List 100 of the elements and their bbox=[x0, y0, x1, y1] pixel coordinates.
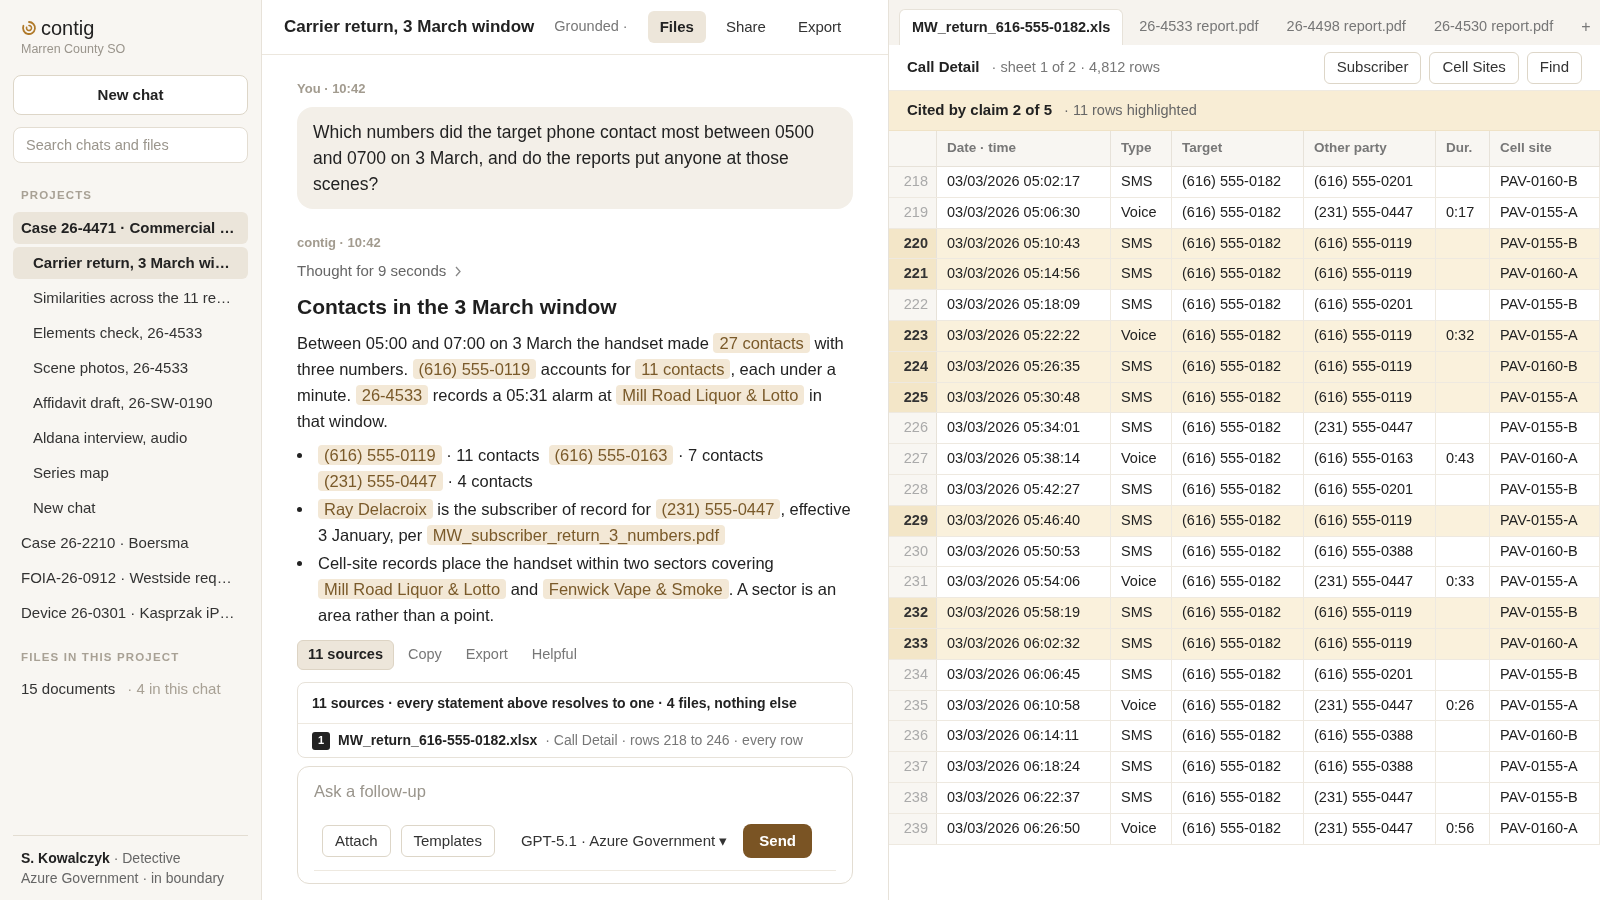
table-cell-text: 0:32 bbox=[1446, 326, 1475, 345]
model-selector[interactable]: GPT-5.1 · Azure Government ▾ bbox=[520, 829, 728, 853]
chat-item[interactable]: Affidavit draft, 26-SW-0190 bbox=[13, 387, 248, 419]
citation-link[interactable]: 11 contacts bbox=[635, 359, 731, 379]
project-item[interactable]: Case 26-2210 · Boersma bbox=[13, 527, 248, 559]
file-tab[interactable]: 26-4498 report.pdf bbox=[1274, 9, 1418, 45]
templates-button[interactable]: Templates bbox=[400, 825, 495, 857]
section-heading: PROJECTS bbox=[20, 187, 94, 203]
answer-action[interactable]: Export bbox=[455, 640, 518, 670]
sheet-button[interactable]: Cell Sites bbox=[1429, 51, 1519, 84]
column-header[interactable]: Type bbox=[1121, 138, 1152, 159]
citation-link[interactable]: Mill Road Liquor & Lotto bbox=[616, 385, 805, 405]
table-cell-text: PAV-0155-B bbox=[1500, 603, 1578, 623]
new-chat-button[interactable]: New chat bbox=[13, 74, 248, 115]
table-cell-text: 03/03/2026 06:26:50 bbox=[947, 818, 1081, 838]
project-item[interactable]: Device 26-0301 · Kasprzak iP… bbox=[13, 597, 248, 629]
citation-link[interactable]: Ray Delacroix bbox=[318, 499, 433, 519]
chat-item[interactable]: Elements check, 26-4533 bbox=[13, 317, 248, 349]
table-cell-text: Voice bbox=[1121, 449, 1157, 469]
search-field[interactable]: Search chats and files bbox=[13, 126, 248, 163]
table-cell-text: (616) 555-0182 bbox=[1182, 202, 1282, 222]
answer-action[interactable]: Copy bbox=[398, 640, 452, 670]
column-header[interactable]: Cell site bbox=[1500, 138, 1552, 159]
file-tab[interactable]: 26-4530 report.pdf bbox=[1421, 9, 1566, 45]
column-header[interactable]: Date · time bbox=[947, 138, 1017, 159]
table-cell-text: 03/03/2026 06:10:58 bbox=[947, 695, 1081, 715]
table-cell-text: 0:56 bbox=[1446, 818, 1475, 838]
row-number: 237 bbox=[903, 757, 928, 777]
file-tab[interactable]: 26-4533 report.pdf bbox=[1127, 9, 1271, 45]
add-tab-button[interactable]: + bbox=[1569, 9, 1600, 45]
citation-link[interactable]: (616) 555-0119 bbox=[318, 445, 442, 465]
citation-link[interactable]: (616) 555-0119 bbox=[412, 359, 537, 379]
answer-action[interactable]: 11 sources bbox=[297, 640, 394, 670]
answer-heading: Contacts in the 3 March window bbox=[297, 293, 618, 320]
chat-item[interactable]: Series map bbox=[13, 457, 248, 489]
section-heading: FILES IN THIS PROJECT bbox=[20, 650, 181, 665]
table-cell-text: SMS bbox=[1121, 233, 1153, 253]
chat-item[interactable]: New chat bbox=[13, 492, 248, 524]
thought-toggle[interactable]: Thought for 9 seconds bbox=[297, 260, 447, 283]
citation-link[interactable]: Mill Road Liquor & Lotto bbox=[318, 579, 507, 599]
citation-link[interactable]: MW_subscriber_return_3_numbers.pdf bbox=[426, 525, 725, 545]
table-cell-text: Voice bbox=[1121, 818, 1157, 838]
file-tab[interactable]: MW_return_616-555-0182.xls bbox=[899, 9, 1124, 45]
table-cell-text: PAV-0155-A bbox=[1500, 202, 1578, 222]
user-role: · Detective bbox=[113, 849, 181, 868]
citation-link[interactable]: (616) 555-0163 bbox=[548, 445, 674, 465]
table-cell-text: PAV-0155-B bbox=[1500, 787, 1578, 807]
user-name: S. Kowalczyk bbox=[21, 849, 110, 868]
table-cell-text: SMS bbox=[1121, 787, 1153, 807]
files-count[interactable]: 15 documents bbox=[21, 678, 116, 701]
table-cell-text: (616) 555-0182 bbox=[1182, 787, 1282, 807]
table-cell-text: 03/03/2026 05:30:48 bbox=[947, 387, 1081, 407]
header-tab[interactable]: Files bbox=[647, 11, 706, 43]
table-cell-text: PAV-0155-A bbox=[1500, 572, 1578, 592]
table-cell-text: PAV-0160-A bbox=[1500, 449, 1578, 469]
table-cell-text: (616) 555-0182 bbox=[1182, 326, 1282, 345]
send-button[interactable]: Send bbox=[743, 824, 812, 858]
citation-link[interactable]: 27 contacts bbox=[713, 333, 810, 353]
table-cell-text: 03/03/2026 05:18:09 bbox=[947, 295, 1081, 315]
table-cell-text: (616) 555-0388 bbox=[1314, 757, 1414, 777]
citation-link[interactable]: Fenwick Vape & Smoke bbox=[542, 579, 729, 599]
answer-action[interactable]: Helpful bbox=[521, 640, 587, 670]
table-cell-text: 03/03/2026 06:06:45 bbox=[947, 664, 1081, 684]
environment-label: Azure Government · in boundary bbox=[21, 869, 226, 888]
table-cell-text: SMS bbox=[1121, 264, 1153, 284]
table-cell-text: (616) 555-0182 bbox=[1182, 603, 1282, 623]
row-number: 230 bbox=[903, 541, 928, 561]
chevron-icon bbox=[454, 265, 463, 277]
table-cell-text: (231) 555-0447 bbox=[1314, 787, 1414, 807]
table-cell-text: SMS bbox=[1121, 603, 1153, 623]
table-cell-text: SMS bbox=[1121, 295, 1153, 315]
header-tab[interactable]: Share bbox=[713, 11, 778, 43]
sheet-button[interactable]: Find bbox=[1526, 51, 1582, 84]
header-tab[interactable]: Export bbox=[785, 11, 854, 43]
attach-button[interactable]: Attach bbox=[322, 825, 391, 857]
table-cell-text: PAV-0155-B bbox=[1500, 233, 1578, 253]
chat-item[interactable]: Carrier return, 3 March wi… bbox=[13, 247, 248, 279]
chat-item[interactable]: Scene photos, 26-4533 bbox=[13, 352, 248, 384]
table-cell-text: PAV-0160-B bbox=[1500, 541, 1578, 561]
table-cell-text: (231) 555-0447 bbox=[1314, 572, 1414, 592]
citation-link[interactable]: (231) 555-0447 bbox=[655, 499, 781, 519]
chat-item[interactable]: Similarities across the 11 re… bbox=[13, 282, 248, 314]
table-cell-text: PAV-0155-B bbox=[1500, 480, 1578, 499]
column-header[interactable]: Dur. bbox=[1446, 138, 1473, 159]
column-header[interactable]: Target bbox=[1182, 138, 1223, 159]
column-header[interactable]: Other party bbox=[1314, 138, 1387, 159]
project-item[interactable]: FOIA-26-0912 · Westside req… bbox=[13, 562, 248, 594]
source-file-link[interactable]: MW_return_616-555-0182.xlsx bbox=[338, 730, 538, 751]
chat-item[interactable]: Aldana interview, audio bbox=[13, 422, 248, 454]
citation-link[interactable]: (231) 555-0447 bbox=[318, 471, 443, 491]
table-cell-text: (616) 555-0182 bbox=[1182, 818, 1282, 838]
sheet-button[interactable]: Subscriber bbox=[1323, 51, 1422, 84]
project-item[interactable]: Case 26-4471 · Commercial … bbox=[13, 212, 248, 244]
table-cell-text: 03/03/2026 05:26:35 bbox=[947, 356, 1081, 376]
follow-up-field[interactable]: Ask a follow-up bbox=[314, 779, 836, 804]
table-cell-text: 03/03/2026 05:58:19 bbox=[947, 603, 1081, 623]
table-cell-text: (616) 555-0182 bbox=[1182, 572, 1282, 592]
table-cell-text: (616) 555-0201 bbox=[1314, 295, 1414, 315]
citation-link[interactable]: 26-4533 bbox=[355, 385, 429, 405]
table-cell-text: PAV-0160-A bbox=[1500, 633, 1578, 653]
